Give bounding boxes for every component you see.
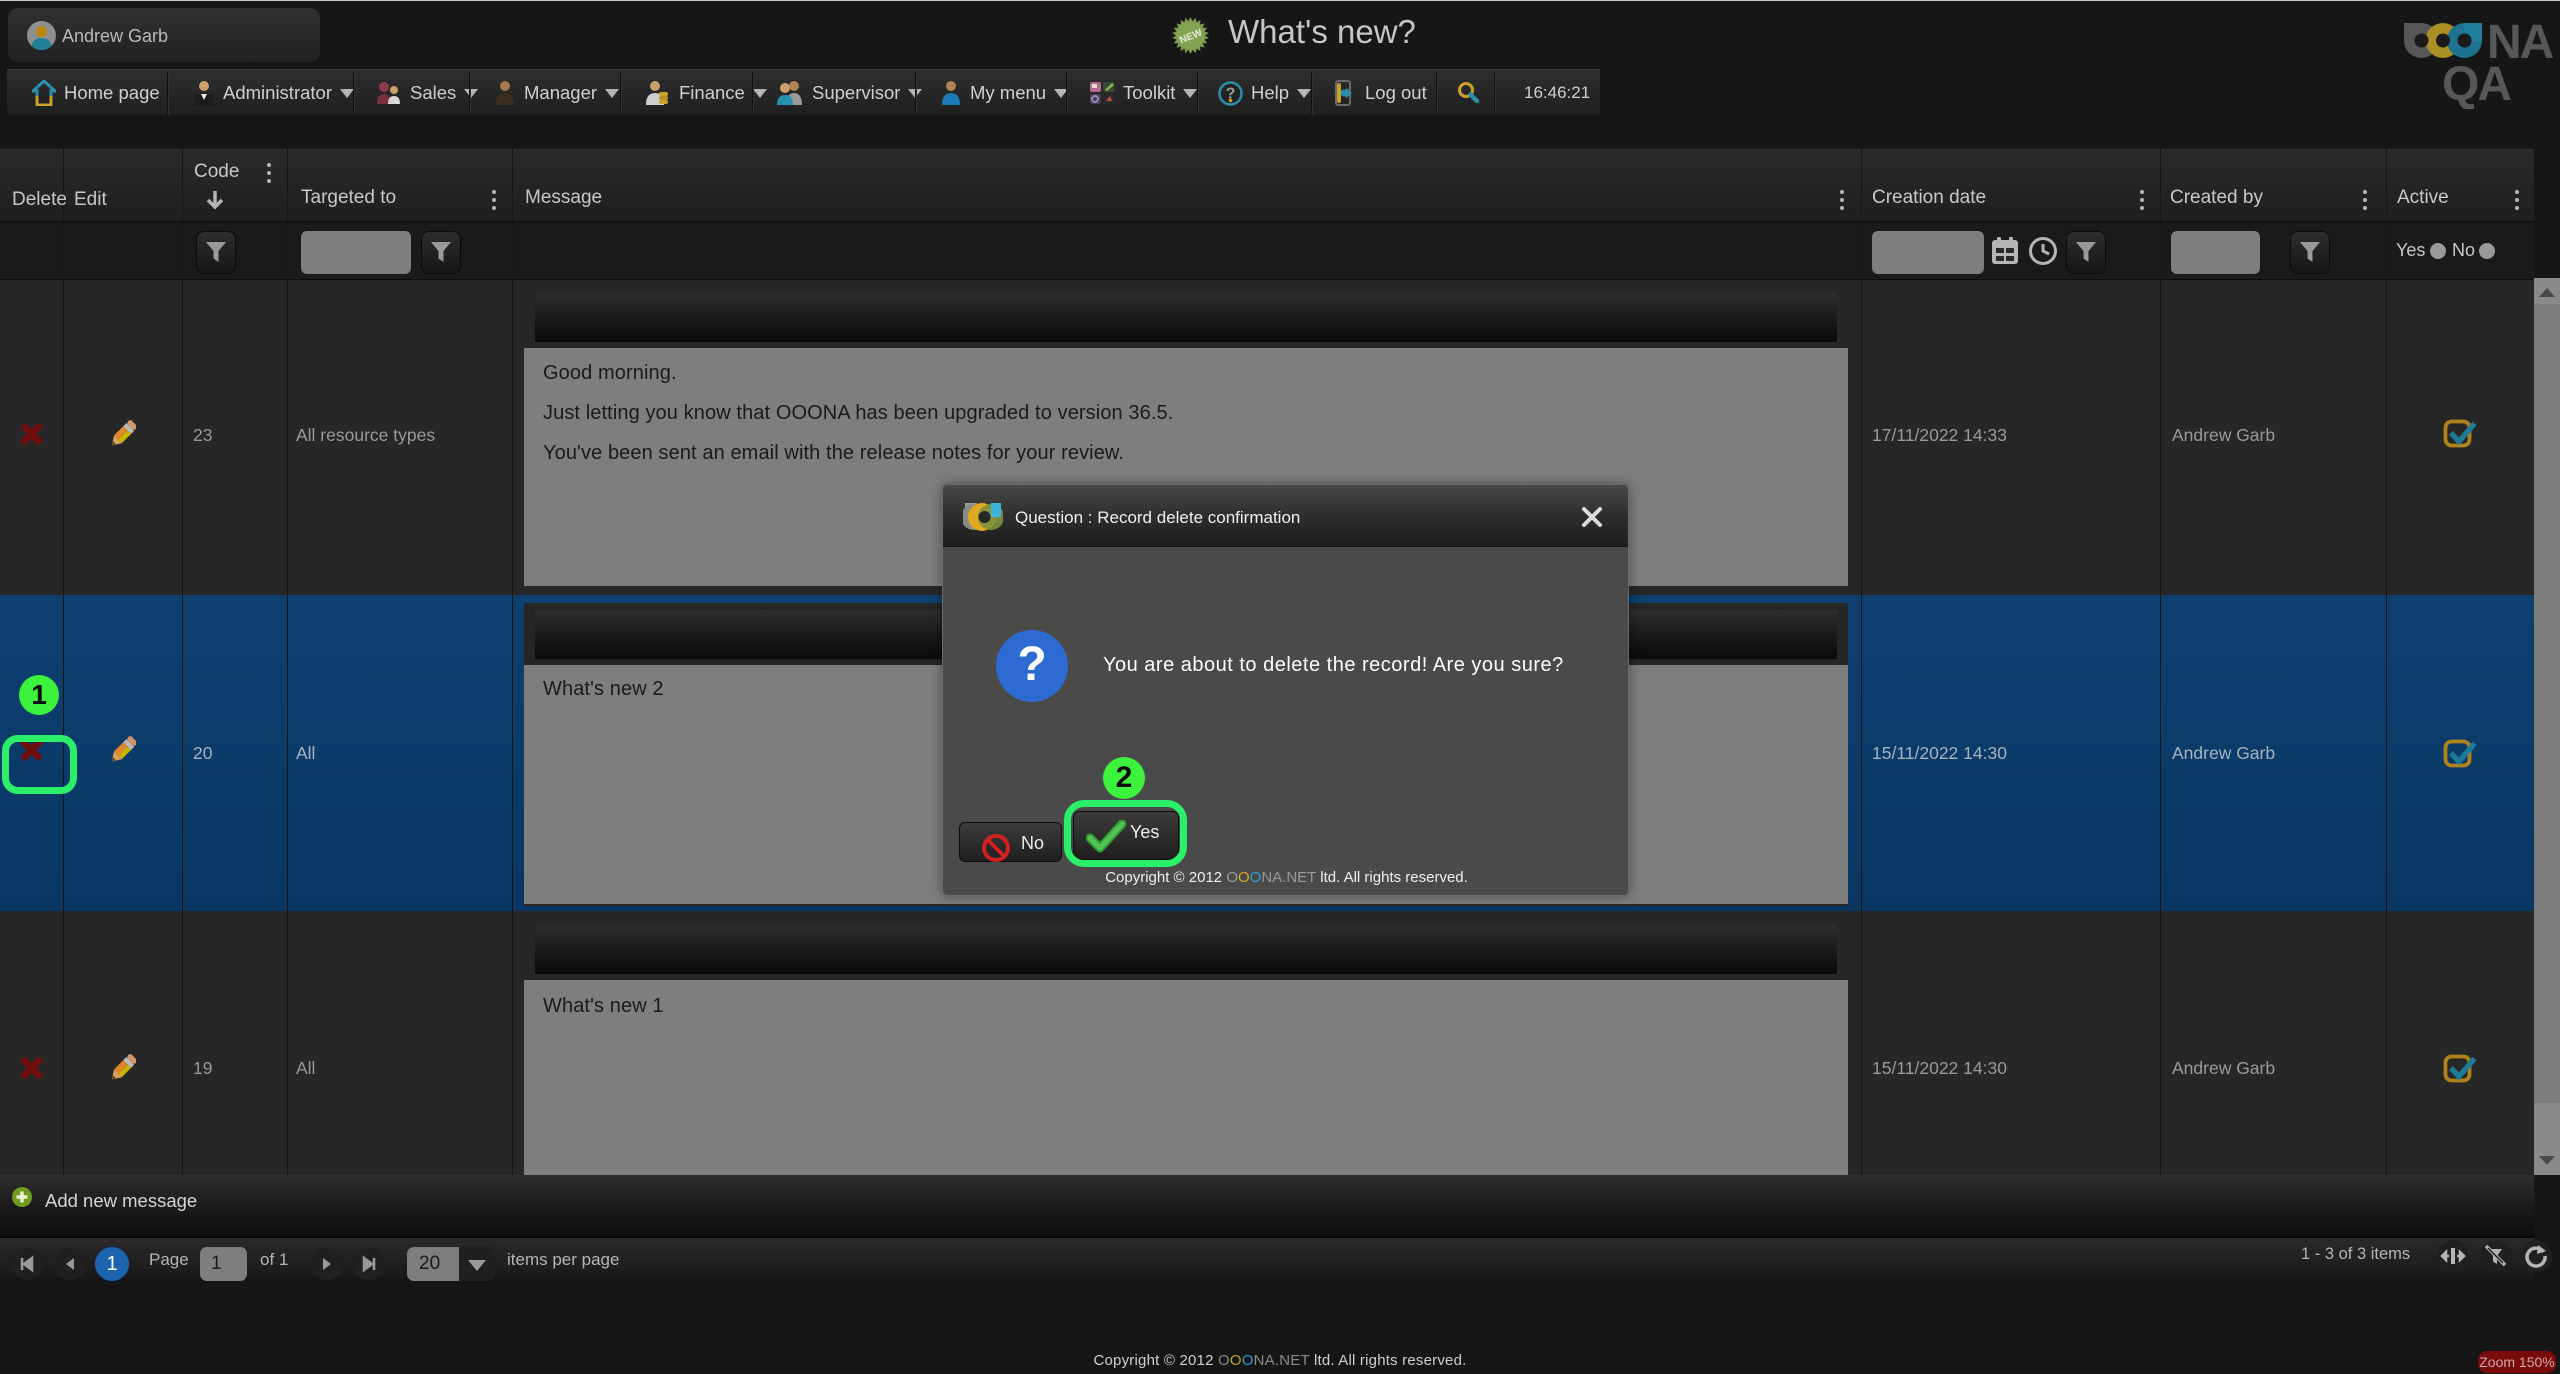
svg-text:QA: QA: [2442, 58, 2511, 109]
